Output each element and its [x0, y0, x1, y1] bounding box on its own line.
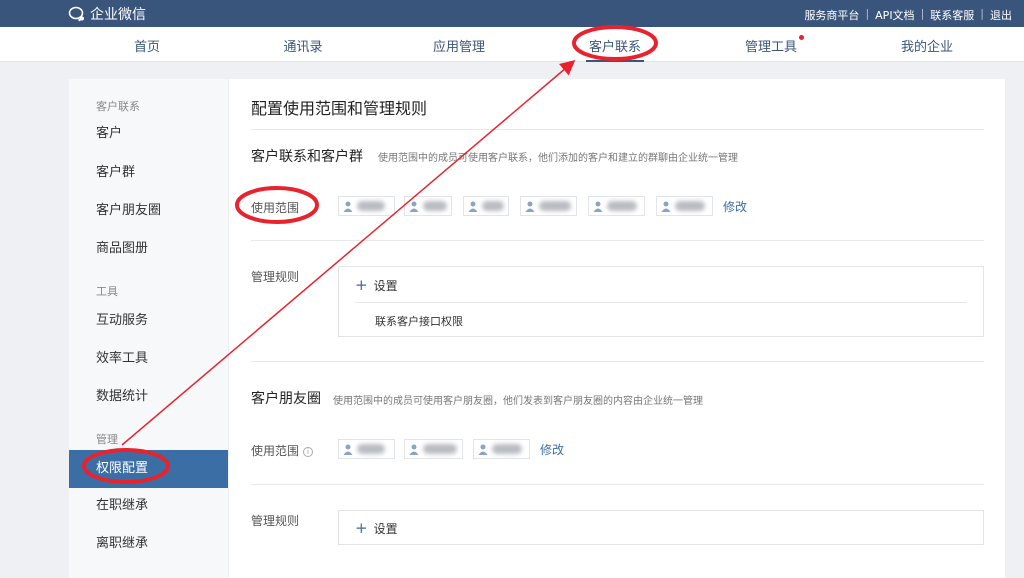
member-chip [338, 196, 395, 216]
member-chip [473, 439, 530, 459]
nav-customer-contact[interactable]: 客户联系 [570, 36, 660, 62]
content-panel: 配置使用范围和管理规则 客户联系和客户群 使用范围中的成员可使用客户联系，他们添… [229, 79, 1005, 578]
divider: | [980, 7, 984, 20]
divider: | [865, 7, 870, 20]
top-bar: 企业微信 服务商平台 | API文档 | 联系客服 | 退出 [0, 0, 1024, 27]
user-icon [343, 201, 353, 212]
divider [355, 302, 967, 303]
nav-home[interactable]: 首页 [102, 36, 192, 55]
member-chip [404, 439, 463, 459]
top-links: 服务商平台 | API文档 | 联系客服 | 退出 [804, 7, 1012, 23]
user-icon [478, 444, 488, 455]
sidebar-item-customer-groups[interactable]: 客户群 [69, 154, 228, 192]
edit-scope-link-moments[interactable]: 修改 [540, 441, 564, 458]
rules-box: + 设置 联系客户接口权限 [338, 266, 984, 337]
rule-item: 联系客户接口权限 [375, 315, 463, 328]
link-contact-support[interactable]: 联系客服 [930, 7, 974, 23]
user-icon [593, 201, 603, 212]
divider [251, 240, 984, 241]
edit-scope-link[interactable]: 修改 [723, 198, 747, 215]
rules-box-moments: + 设置 [338, 510, 984, 545]
plus-icon: + [355, 519, 368, 537]
member-name-blurred [423, 201, 447, 211]
user-icon [661, 201, 671, 212]
user-icon [525, 201, 535, 212]
divider [251, 361, 984, 362]
section-desc-customer-contact: 使用范围中的成员可使用客户联系，他们添加的客户和建立的群聊由企业统一管理 [378, 153, 738, 164]
sidebar-group-customer: 客户联系 [96, 100, 140, 113]
member-name-blurred [482, 201, 504, 211]
member-name-blurred [357, 201, 385, 211]
wecom-logo-icon [68, 6, 84, 22]
page-title: 配置使用范围和管理规则 [251, 99, 428, 118]
sidebar-item-on-duty-inherit[interactable]: 在职继承 [69, 487, 228, 525]
rules-label-moments: 管理规则 [251, 514, 300, 528]
member-name-blurred [539, 201, 571, 211]
nav-my-enterprise[interactable]: 我的企业 [882, 36, 972, 55]
nav-customer-contact-label: 客户联系 [588, 40, 641, 55]
sidebar-item-moments[interactable]: 客户朋友圈 [69, 192, 228, 230]
member-chip [404, 196, 452, 216]
member-chip [588, 196, 645, 216]
scope-label: 使用范围 [251, 201, 300, 215]
notification-dot [799, 35, 804, 40]
nav-management-tools[interactable]: 管理工具 [726, 35, 816, 55]
add-rule-label: 设置 [373, 522, 398, 536]
member-name-blurred [492, 444, 522, 454]
divider [251, 484, 984, 485]
link-logout[interactable]: 退出 [990, 7, 1012, 23]
member-name-blurred [357, 444, 385, 454]
link-api-docs[interactable]: API文档 [875, 7, 914, 23]
sidebar-item-efficiency-tools[interactable]: 效率工具 [69, 340, 228, 378]
main-nav: 首页 通讯录 应用管理 客户联系 管理工具 我的企业 [0, 27, 1024, 62]
user-icon [468, 201, 478, 212]
rules-label: 管理规则 [251, 270, 300, 284]
section-title-moments: 客户朋友圈 [251, 391, 321, 407]
sidebar-group-tools: 工具 [96, 285, 118, 298]
link-provider-platform[interactable]: 服务商平台 [804, 7, 859, 23]
section-title-customer-contact: 客户联系和客户群 [251, 149, 363, 165]
logo[interactable]: 企业微信 [68, 4, 146, 24]
info-icon[interactable]: i [303, 446, 314, 457]
member-name-blurred [607, 201, 637, 211]
plus-icon: + [355, 276, 368, 294]
user-icon [409, 201, 419, 212]
section-desc-moments: 使用范围中的成员可使用客户朋友圈，他们发表到客户朋友圈的内容由企业统一管理 [333, 396, 703, 407]
member-chip [520, 196, 577, 216]
sidebar-item-permissions[interactable]: 权限配置 [69, 450, 228, 488]
nav-management-tools-label: 管理工具 [744, 40, 797, 55]
member-name-blurred [423, 444, 457, 454]
scope-label-text: 使用范围 [251, 444, 300, 458]
member-name-blurred [675, 201, 705, 211]
user-icon [343, 444, 353, 455]
member-chip [338, 439, 395, 459]
sidebar: 客户联系 客户 客户群 客户朋友圈 商品图册 工具 互动服务 效率工具 数据统计… [69, 79, 228, 578]
logo-text: 企业微信 [90, 7, 146, 23]
add-rule-button[interactable]: + 设置 [355, 520, 398, 537]
nav-app-management[interactable]: 应用管理 [414, 36, 504, 55]
sidebar-item-customers[interactable]: 客户 [69, 115, 228, 153]
sidebar-item-resigned-inherit[interactable]: 离职继承 [69, 525, 228, 563]
scope-label-moments: 使用范围 i [251, 442, 314, 459]
divider: | [920, 7, 925, 20]
sidebar-item-data-statistics[interactable]: 数据统计 [69, 378, 228, 416]
add-rule-button[interactable]: + 设置 [355, 277, 398, 294]
nav-contacts[interactable]: 通讯录 [258, 36, 348, 55]
add-rule-label: 设置 [373, 279, 398, 293]
sidebar-group-manage: 管理 [96, 433, 118, 446]
member-chip [656, 196, 713, 216]
member-chip [463, 196, 509, 216]
sidebar-item-interactive-services[interactable]: 互动服务 [69, 302, 228, 340]
sidebar-item-product-album[interactable]: 商品图册 [69, 230, 228, 268]
divider [251, 129, 984, 130]
user-icon [409, 444, 419, 455]
